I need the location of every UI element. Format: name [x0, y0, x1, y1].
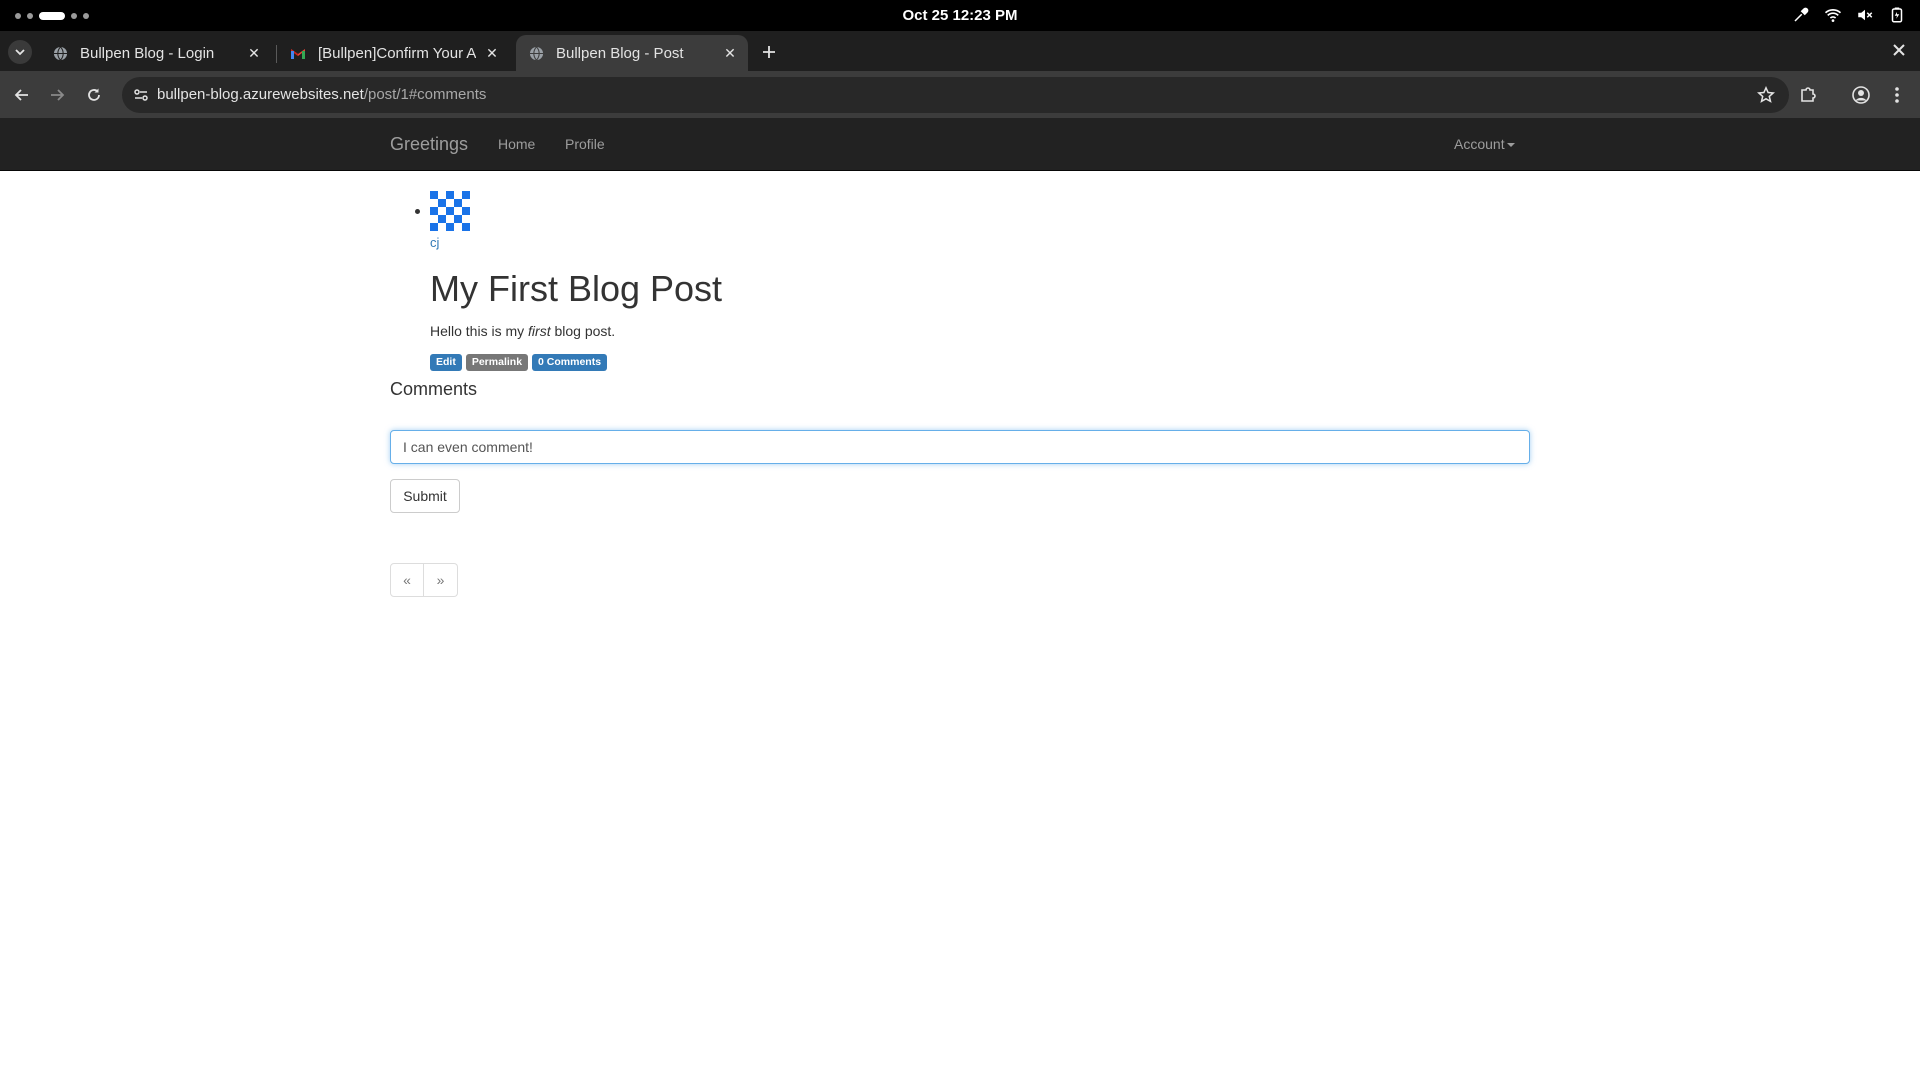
- tab-bullpen-confirm[interactable]: [Bullpen]Confirm Your Account ✕: [278, 35, 510, 71]
- url-text[interactable]: bullpen-blog.azurewebsites.net/post/1#co…: [157, 86, 486, 103]
- reload-icon: [88, 88, 100, 101]
- nav-profile-link[interactable]: Profile: [565, 136, 605, 152]
- tab-divider: [276, 45, 277, 63]
- author-avatar[interactable]: [430, 191, 470, 231]
- new-tab-button[interactable]: [756, 39, 782, 65]
- plus-icon: [763, 46, 775, 58]
- system-tray[interactable]: [1792, 6, 1906, 24]
- tab-bullpen-post[interactable]: Bullpen Blog - Post ✕: [516, 35, 748, 71]
- comments-count-label[interactable]: 0 Comments: [532, 354, 608, 371]
- volume-muted-icon[interactable]: [1856, 6, 1874, 24]
- comments-heading: Comments: [390, 379, 478, 399]
- os-top-bar: Oct 25 12:23 PM: [0, 0, 1920, 31]
- os-clock[interactable]: Oct 25 12:23 PM: [0, 7, 1920, 24]
- url-path: /post/1#comments: [363, 86, 487, 103]
- site-info-icon[interactable]: [132, 86, 150, 104]
- post-body-emphasis: first: [528, 323, 551, 339]
- caret-down-icon: [1506, 143, 1515, 148]
- tab-strip: Bullpen Blog - Login ✕ [Bullpen]Confirm …: [0, 31, 1920, 71]
- forward-button[interactable]: [45, 83, 69, 107]
- post-actions: Edit Permalink 0 Comments: [430, 354, 608, 371]
- battery-icon[interactable]: [1888, 6, 1906, 24]
- extensions-icon[interactable]: [1797, 84, 1819, 106]
- arrow-left-icon: [14, 89, 28, 101]
- back-button[interactable]: [10, 83, 34, 107]
- tab-title: Bullpen Blog - Login: [80, 44, 215, 62]
- tab-title: [Bullpen]Confirm Your Account: [318, 44, 476, 62]
- list-bullet: [415, 209, 420, 214]
- nav-home-link[interactable]: Home: [498, 136, 535, 152]
- chevron-down-icon: [15, 49, 25, 56]
- tab-search-button[interactable]: [8, 40, 32, 64]
- edit-label-button[interactable]: Edit: [430, 354, 462, 371]
- wifi-icon[interactable]: [1824, 6, 1842, 24]
- post-body-prefix: Hello this is my: [430, 323, 529, 339]
- bookmark-star-icon[interactable]: [1756, 85, 1776, 104]
- close-icon: [1893, 44, 1905, 56]
- post-body: Hello this is my first blog post.: [430, 323, 615, 339]
- close-icon[interactable]: ✕: [244, 43, 264, 63]
- next-page-button[interactable]: »: [424, 563, 458, 597]
- globe-icon: [528, 45, 544, 61]
- pagination: « »: [390, 563, 458, 597]
- post-body-suffix: blog post.: [550, 323, 616, 339]
- close-icon[interactable]: ✕: [482, 43, 502, 63]
- eyedropper-icon[interactable]: [1792, 6, 1810, 24]
- globe-icon: [52, 45, 68, 61]
- window-close-button[interactable]: [1892, 41, 1906, 62]
- gmail-icon: [290, 45, 306, 61]
- browser-toolbar: bullpen-blog.azurewebsites.net/post/1#co…: [0, 71, 1920, 118]
- url-host: bullpen-blog.azurewebsites.net: [157, 86, 364, 103]
- tab-title: Bullpen Blog - Post: [556, 44, 684, 62]
- post-title: My First Blog Post: [430, 268, 723, 309]
- profile-icon[interactable]: [1850, 84, 1872, 106]
- site-navbar: Greetings Home Profile Account: [0, 118, 1920, 171]
- reload-button[interactable]: [82, 83, 106, 107]
- previous-page-button[interactable]: «: [390, 563, 424, 597]
- web-page: Greetings Home Profile Account cj My Fir…: [0, 118, 1920, 1080]
- close-icon[interactable]: ✕: [720, 43, 740, 63]
- brand-link[interactable]: Greetings: [390, 134, 468, 155]
- author-link[interactable]: cj: [430, 235, 439, 250]
- tab-bullpen-login[interactable]: Bullpen Blog - Login ✕: [40, 35, 272, 71]
- comment-input[interactable]: [390, 430, 1530, 464]
- arrow-right-icon: [51, 89, 65, 101]
- address-bar[interactable]: bullpen-blog.azurewebsites.net/post/1#co…: [122, 77, 1789, 113]
- submit-button[interactable]: Submit: [390, 479, 460, 513]
- account-label: Account: [1454, 136, 1505, 152]
- account-dropdown[interactable]: Account: [1454, 136, 1515, 152]
- permalink-label-button[interactable]: Permalink: [465, 354, 529, 371]
- kebab-menu-icon[interactable]: [1886, 84, 1908, 106]
